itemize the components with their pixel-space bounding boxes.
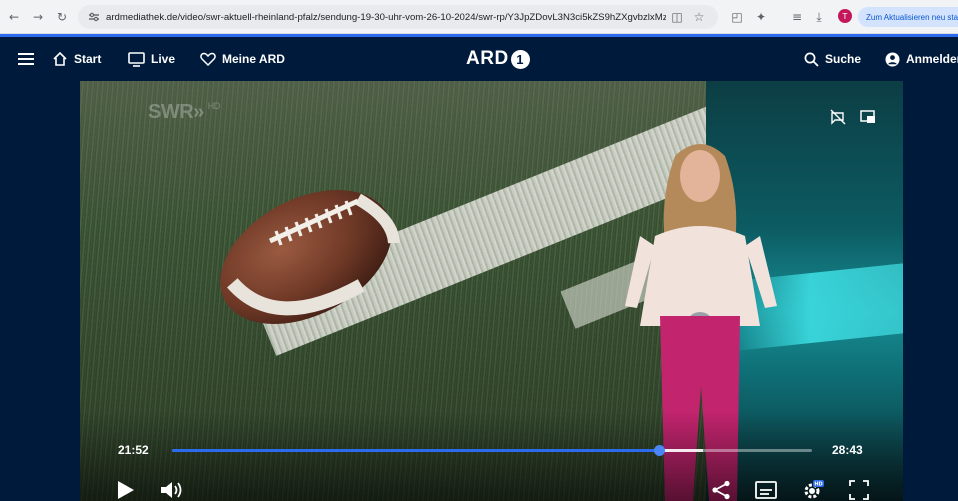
video-player[interactable]: SWR» HD 21:52 28:43 HD [80,81,903,501]
ard-logo-text: ARD [466,48,509,69]
search-label: Suche [825,52,862,66]
ard-logo[interactable]: ARD 1 [466,46,530,72]
menu-button[interactable] [18,37,34,81]
volume-icon [161,482,182,498]
site-settings-icon[interactable] [88,11,100,23]
played-range [172,449,660,452]
nav-start-label: Start [74,52,102,66]
download-icon[interactable]: ⤓ [810,8,828,26]
nav-live[interactable]: Live [128,37,175,81]
login-button[interactable]: Anmelden [885,37,958,81]
nav-start[interactable]: Start [52,37,101,81]
buffered-range [659,449,704,452]
volume-button[interactable] [160,480,182,500]
play-button[interactable] [114,480,136,500]
cast-icon[interactable]: ◫ [668,8,686,26]
extension-icon[interactable]: ◰ [728,8,746,26]
share-icon [712,480,730,500]
current-time: 21:52 [118,443,149,457]
address-bar[interactable]: ardmediathek.de/video/swr-aktuell-rheinl… [78,5,718,29]
progress-bar[interactable] [172,445,812,456]
subtitles-icon [755,481,777,499]
reading-list-icon[interactable]: ≡ [788,8,806,26]
channel-logo: SWR» HD [148,101,221,123]
play-icon [118,481,134,499]
back-arrow-icon[interactable]: ← [4,7,24,27]
subtitles-off-icon[interactable] [830,109,846,125]
share-button[interactable] [710,480,732,500]
nav-meine-ard-label: Meine ARD [222,52,285,66]
profile-avatar[interactable]: T [838,9,852,23]
fullscreen-icon [849,480,869,500]
ard-one-badge: 1 [510,49,530,69]
puzzle-icon[interactable]: ✦ [752,8,770,26]
hamburger-icon [18,53,34,65]
settings-hd-badge: HD [814,482,822,488]
browser-toolbar: ← → ↻ ardmediathek.de/video/swr-aktuell-… [0,0,958,34]
heart-icon [200,52,216,66]
duration: 28:43 [832,443,863,457]
home-icon [53,51,67,66]
tv-icon [128,51,145,67]
bookmark-star-icon[interactable]: ☆ [690,8,708,26]
update-button[interactable]: Zum Aktualisieren neu starten [858,7,958,27]
subtitles-button[interactable] [755,480,777,500]
login-label: Anmelden [906,52,958,66]
search-button[interactable]: Suche [804,37,861,81]
progress-thumb[interactable] [654,445,666,456]
nav-live-label: Live [151,52,176,66]
channel-hd-label: HD [207,101,221,111]
controls-shade [80,411,903,501]
ard-header: Start Live Meine ARD ARD 1 Suche Anmelde… [0,37,958,81]
fullscreen-button[interactable] [848,480,870,500]
search-icon [804,52,819,67]
channel-logo-text: SWR [148,101,194,123]
reload-icon[interactable]: ↻ [52,7,72,27]
football-image [220,190,400,324]
url-text[interactable]: ardmediathek.de/video/swr-aktuell-rheinl… [106,12,666,23]
user-icon [885,52,900,66]
nav-meine-ard[interactable]: Meine ARD [200,37,285,81]
forward-arrow-icon[interactable]: → [28,7,48,27]
settings-button[interactable]: HD [802,480,824,500]
gear-icon: HD [804,480,824,499]
picture-in-picture-icon[interactable] [860,109,876,125]
